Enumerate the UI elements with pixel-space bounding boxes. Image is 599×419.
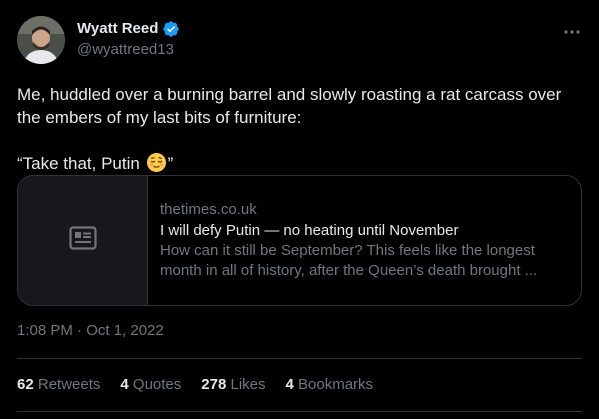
- stat-bookmarks[interactable]: 4 Bookmarks: [286, 375, 374, 395]
- author-display-name[interactable]: Wyatt Reed: [77, 20, 180, 38]
- link-card-title: I will defy Putin — no heating until Nov…: [160, 222, 459, 239]
- tweet-text-suffix: ”: [167, 154, 174, 173]
- stat-label: Likes: [230, 376, 266, 393]
- link-card-description-line: How can it still be September? This feel…: [160, 242, 535, 259]
- link-card[interactable]: thetimes.co.uk I will defy Putin — no he…: [17, 175, 582, 306]
- stat-label: Bookmarks: [298, 376, 374, 393]
- tweet-text-line: Me, huddled over a burning barrel and sl…: [17, 85, 562, 127]
- relieved-face-emoji: [146, 153, 166, 172]
- tweet: Wyatt Reed @wyattreed13 Me, huddled over…: [0, 0, 599, 419]
- link-card-domain: thetimes.co.uk: [160, 201, 257, 218]
- tweet-text: Me, huddled over a burning barrel and sl…: [17, 83, 587, 175]
- divider: [17, 358, 582, 359]
- stat-count: 4: [285, 376, 294, 393]
- stat-count: 4: [120, 376, 129, 393]
- author-handle[interactable]: @wyattreed13: [77, 41, 174, 59]
- verified-badge-icon: [162, 20, 180, 38]
- article-icon: [68, 226, 97, 255]
- avatar-image: [17, 16, 65, 64]
- tweet-text-prefix: “Take that, Putin: [17, 154, 145, 173]
- stat-likes[interactable]: 278 Likes: [201, 375, 265, 395]
- more-horizontal-icon[interactable]: [560, 22, 584, 42]
- link-card-body: thetimes.co.uk I will defy Putin — no he…: [160, 200, 570, 281]
- stat-label: Quotes: [132, 376, 182, 393]
- stat-retweets[interactable]: 62 Retweets: [17, 375, 100, 395]
- divider: [17, 411, 582, 412]
- stat-quotes[interactable]: 4 Quotes: [120, 375, 181, 395]
- avatar[interactable]: [17, 16, 65, 64]
- engagement-stats: 62 Retweets 4 Quotes 278 Likes 4 Bookmar…: [17, 375, 393, 395]
- link-card-description-line: month in all of history, after the Queen…: [160, 262, 538, 279]
- stat-label: Retweets: [37, 376, 101, 393]
- tweet-text-line: “Take that, Putin ”: [17, 152, 587, 175]
- stat-count: 62: [17, 376, 34, 393]
- stat-count: 278: [201, 376, 227, 393]
- tweet-timestamp[interactable]: 1:08 PM · Oct 1, 2022: [17, 321, 164, 341]
- link-card-thumbnail: [18, 176, 148, 305]
- display-name-text: Wyatt Reed: [77, 20, 159, 37]
